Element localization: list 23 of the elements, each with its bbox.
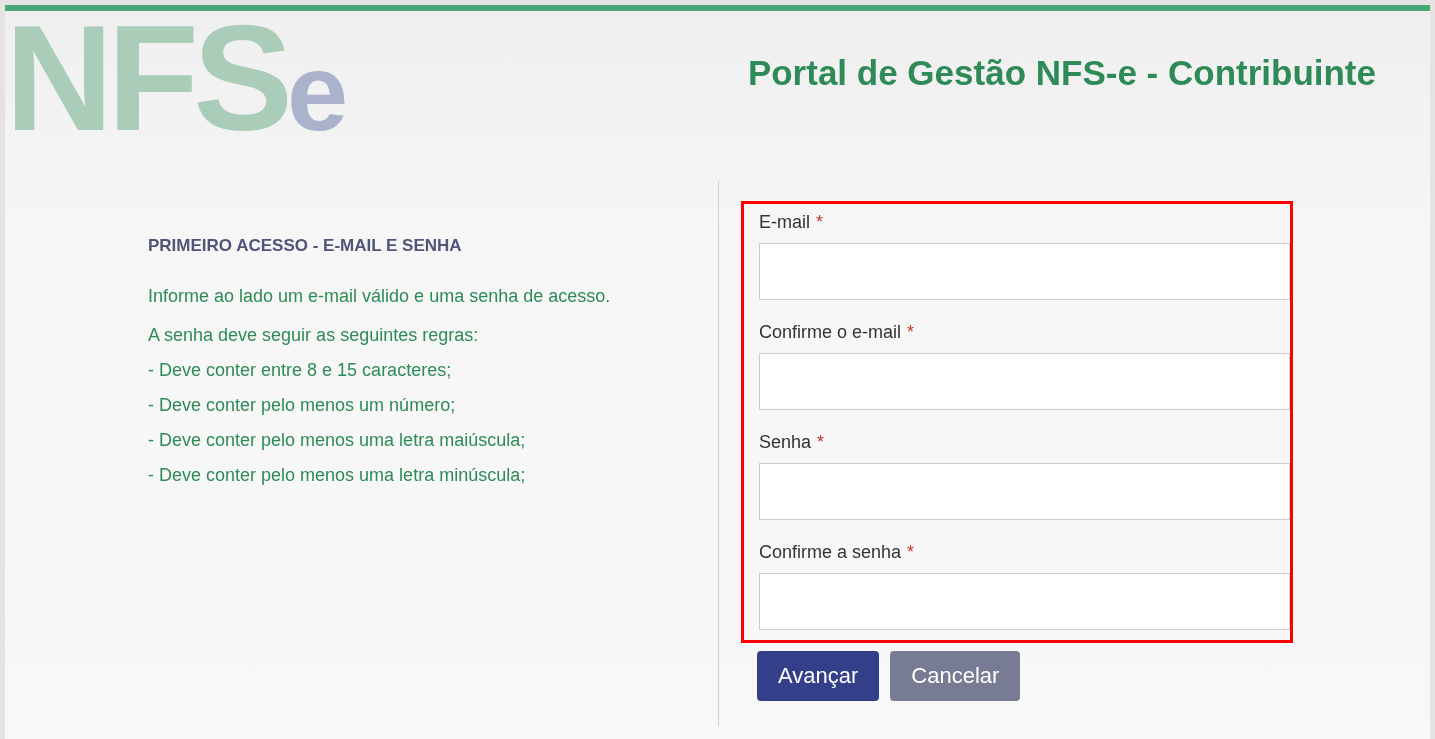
input-field[interactable]: [759, 573, 1290, 630]
cancel-button[interactable]: Cancelar: [890, 651, 1021, 701]
field-label: Senha: [759, 432, 812, 453]
field-label: Confirme o e-mail: [759, 322, 902, 343]
required-mark: *: [817, 432, 825, 452]
required-mark: *: [907, 322, 915, 342]
input-field[interactable]: [759, 353, 1290, 410]
rule-text: - Deve conter entre 8 e 15 caracteres;: [148, 360, 453, 381]
next-button[interactable]: Avançar: [757, 651, 880, 701]
input-field[interactable]: [759, 243, 1290, 300]
section-heading: PRIMEIRO ACESSO - E-MAIL E SENHA: [148, 236, 463, 256]
intro-text: Informe ao lado um e-mail válido e uma senha de acesso.: [148, 286, 612, 307]
page-title: Portal de Gestão NFS-e - Contribuinte: [747, 53, 1376, 93]
field-label: E-mail: [759, 212, 810, 233]
rules-title: A senha deve seguir as seguintes regras:: [148, 325, 480, 346]
required-mark: *: [907, 542, 915, 562]
rule-text: - Deve conter pelo menos uma letra minúscula;: [148, 465, 527, 486]
logo: NFSe: [5, 3, 349, 153]
input-field[interactable]: [759, 463, 1290, 520]
required-mark: *: [816, 212, 824, 232]
rule-text: - Deve conter pelo menos uma letra maiúscula;: [148, 430, 527, 451]
rule-text: - Deve conter pelo menos um número;: [148, 395, 457, 416]
field-label: Confirme a senha: [759, 542, 902, 563]
